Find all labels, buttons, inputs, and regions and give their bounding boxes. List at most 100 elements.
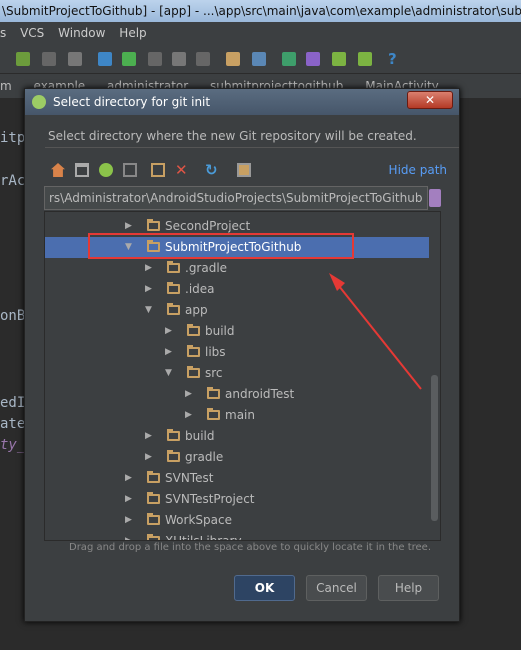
delete-icon[interactable]: ✕ (175, 163, 189, 178)
collapsed-arrow-icon[interactable]: ▶ (145, 447, 152, 468)
paste-path-icon[interactable] (429, 189, 441, 207)
sync-gradle-icon[interactable] (282, 52, 296, 66)
folder-icon (187, 345, 200, 357)
folder-icon (167, 450, 180, 462)
hide-path-link[interactable]: Hide path (389, 163, 447, 177)
home-icon[interactable] (51, 163, 65, 177)
desktop-icon[interactable] (75, 163, 89, 177)
history-icon[interactable] (148, 52, 162, 66)
debug-icon[interactable] (16, 52, 30, 66)
code-fragment: onB (0, 308, 26, 324)
tree-node[interactable]: ▶ SVNTest (45, 468, 429, 489)
menu-window[interactable]: Window (58, 26, 105, 40)
vcs-commit-icon[interactable] (122, 52, 136, 66)
tree-node-label: build (205, 324, 235, 338)
drag-drop-hint: Drag and drop a file into the space abov… (69, 542, 432, 553)
android-monitor-icon[interactable] (358, 52, 372, 66)
module-icon[interactable] (123, 163, 137, 177)
collapsed-arrow-icon[interactable]: ▶ (145, 279, 152, 300)
collapsed-arrow-icon[interactable]: ▶ (145, 426, 152, 447)
show-hidden-icon[interactable] (237, 163, 251, 177)
breadcrumb-item[interactable]: m (0, 79, 12, 93)
tree-node[interactable]: ▶ main (45, 405, 429, 426)
menu-help[interactable]: Help (119, 26, 146, 40)
tree-node-label: main (225, 408, 255, 422)
folder-icon (147, 513, 160, 525)
annotation-highlight-box (88, 233, 354, 259)
folder-icon (167, 429, 180, 441)
refresh-icon[interactable]: ↻ (205, 163, 219, 178)
code-fragment: edI (0, 395, 26, 411)
close-button[interactable]: ✕ (407, 91, 453, 109)
new-folder-icon[interactable] (151, 163, 165, 177)
menu-bar: s VCS Window Help (0, 22, 521, 44)
collapsed-arrow-icon[interactable]: ▶ (145, 258, 152, 279)
tree-node-label: app (185, 303, 208, 317)
menu-vcs[interactable]: VCS (20, 26, 44, 40)
collapsed-arrow-icon[interactable]: ▶ (165, 321, 172, 342)
tree-node-label: XUtilsLibrary (165, 534, 242, 541)
code-fragment: itp (0, 130, 26, 146)
code-fragment: ate (0, 416, 26, 432)
expanded-arrow-icon[interactable]: ▼ (145, 300, 152, 321)
help-button[interactable]: Help (378, 575, 439, 601)
tree-node-label: libs (205, 345, 226, 359)
git-init-dialog: Select directory for git init ✕ Select d… (24, 88, 460, 622)
collapsed-arrow-icon[interactable]: ▶ (185, 405, 192, 426)
tree-node[interactable]: ▶ SVNTestProject (45, 489, 429, 510)
collapsed-arrow-icon[interactable]: ▶ (125, 510, 132, 531)
folder-icon (167, 261, 180, 273)
tree-node-label: .idea (185, 282, 215, 296)
dialog-title: Select directory for git init (25, 89, 459, 115)
tree-node[interactable]: ▶ gradle (45, 447, 429, 468)
android-studio-icon (32, 95, 46, 109)
tree-node[interactable]: ▶ WorkSpace (45, 510, 429, 531)
path-input[interactable]: rs\Administrator\AndroidStudioProjects\S… (44, 186, 428, 210)
settings-icon[interactable] (226, 52, 240, 66)
code-fragment: ty_ (0, 437, 26, 453)
android-project-icon[interactable] (99, 163, 113, 177)
sdk-manager-icon[interactable] (332, 52, 346, 66)
tree-node[interactable]: ▶ build (45, 426, 429, 447)
dialog-description: Select directory where the new Git repos… (48, 129, 417, 143)
collapsed-arrow-icon[interactable]: ▶ (125, 531, 132, 540)
tree-node[interactable]: ▶ XUtilsLibrary (45, 531, 429, 541)
folder-icon (187, 324, 200, 336)
folder-icon (167, 303, 180, 315)
folder-icon (147, 471, 160, 483)
attach-icon[interactable] (42, 52, 56, 66)
expanded-arrow-icon[interactable]: ▼ (165, 363, 172, 384)
folder-icon (147, 534, 160, 540)
revert-icon[interactable] (196, 52, 210, 66)
tree-node-label: SVNTest (165, 471, 214, 485)
collapsed-arrow-icon[interactable]: ▶ (185, 384, 192, 405)
avd-manager-icon[interactable] (306, 52, 320, 66)
tree-node-label: androidTest (225, 387, 295, 401)
folder-icon (167, 282, 180, 294)
tree-node-label: gradle (185, 450, 224, 464)
divider (45, 147, 459, 148)
main-toolbar: ? (0, 44, 521, 74)
folder-icon (147, 219, 160, 231)
menu-item[interactable]: s (0, 26, 6, 40)
dialog-title-text: Select directory for git init (53, 95, 211, 109)
folder-icon (147, 492, 160, 504)
compare-icon[interactable] (172, 52, 186, 66)
project-structure-icon[interactable] (252, 52, 266, 66)
tree-node-label: SVNTestProject (165, 492, 255, 506)
folder-icon (207, 387, 220, 399)
annotation-arrow (329, 273, 422, 390)
help-icon[interactable]: ? (388, 52, 402, 67)
collapsed-arrow-icon[interactable]: ▶ (125, 468, 132, 489)
folder-icon (207, 408, 220, 420)
cancel-button[interactable]: Cancel (306, 575, 367, 601)
tree-node-label: .gradle (185, 261, 228, 275)
collapsed-arrow-icon[interactable]: ▶ (165, 342, 172, 363)
device-icon[interactable] (68, 52, 82, 66)
vcs-update-icon[interactable] (98, 52, 112, 66)
code-fragment: rAc (0, 173, 26, 189)
collapsed-arrow-icon[interactable]: ▶ (125, 489, 132, 510)
ok-button[interactable]: OK (234, 575, 295, 601)
tree-node-label: src (205, 366, 223, 380)
tree-node-label: WorkSpace (165, 513, 232, 527)
